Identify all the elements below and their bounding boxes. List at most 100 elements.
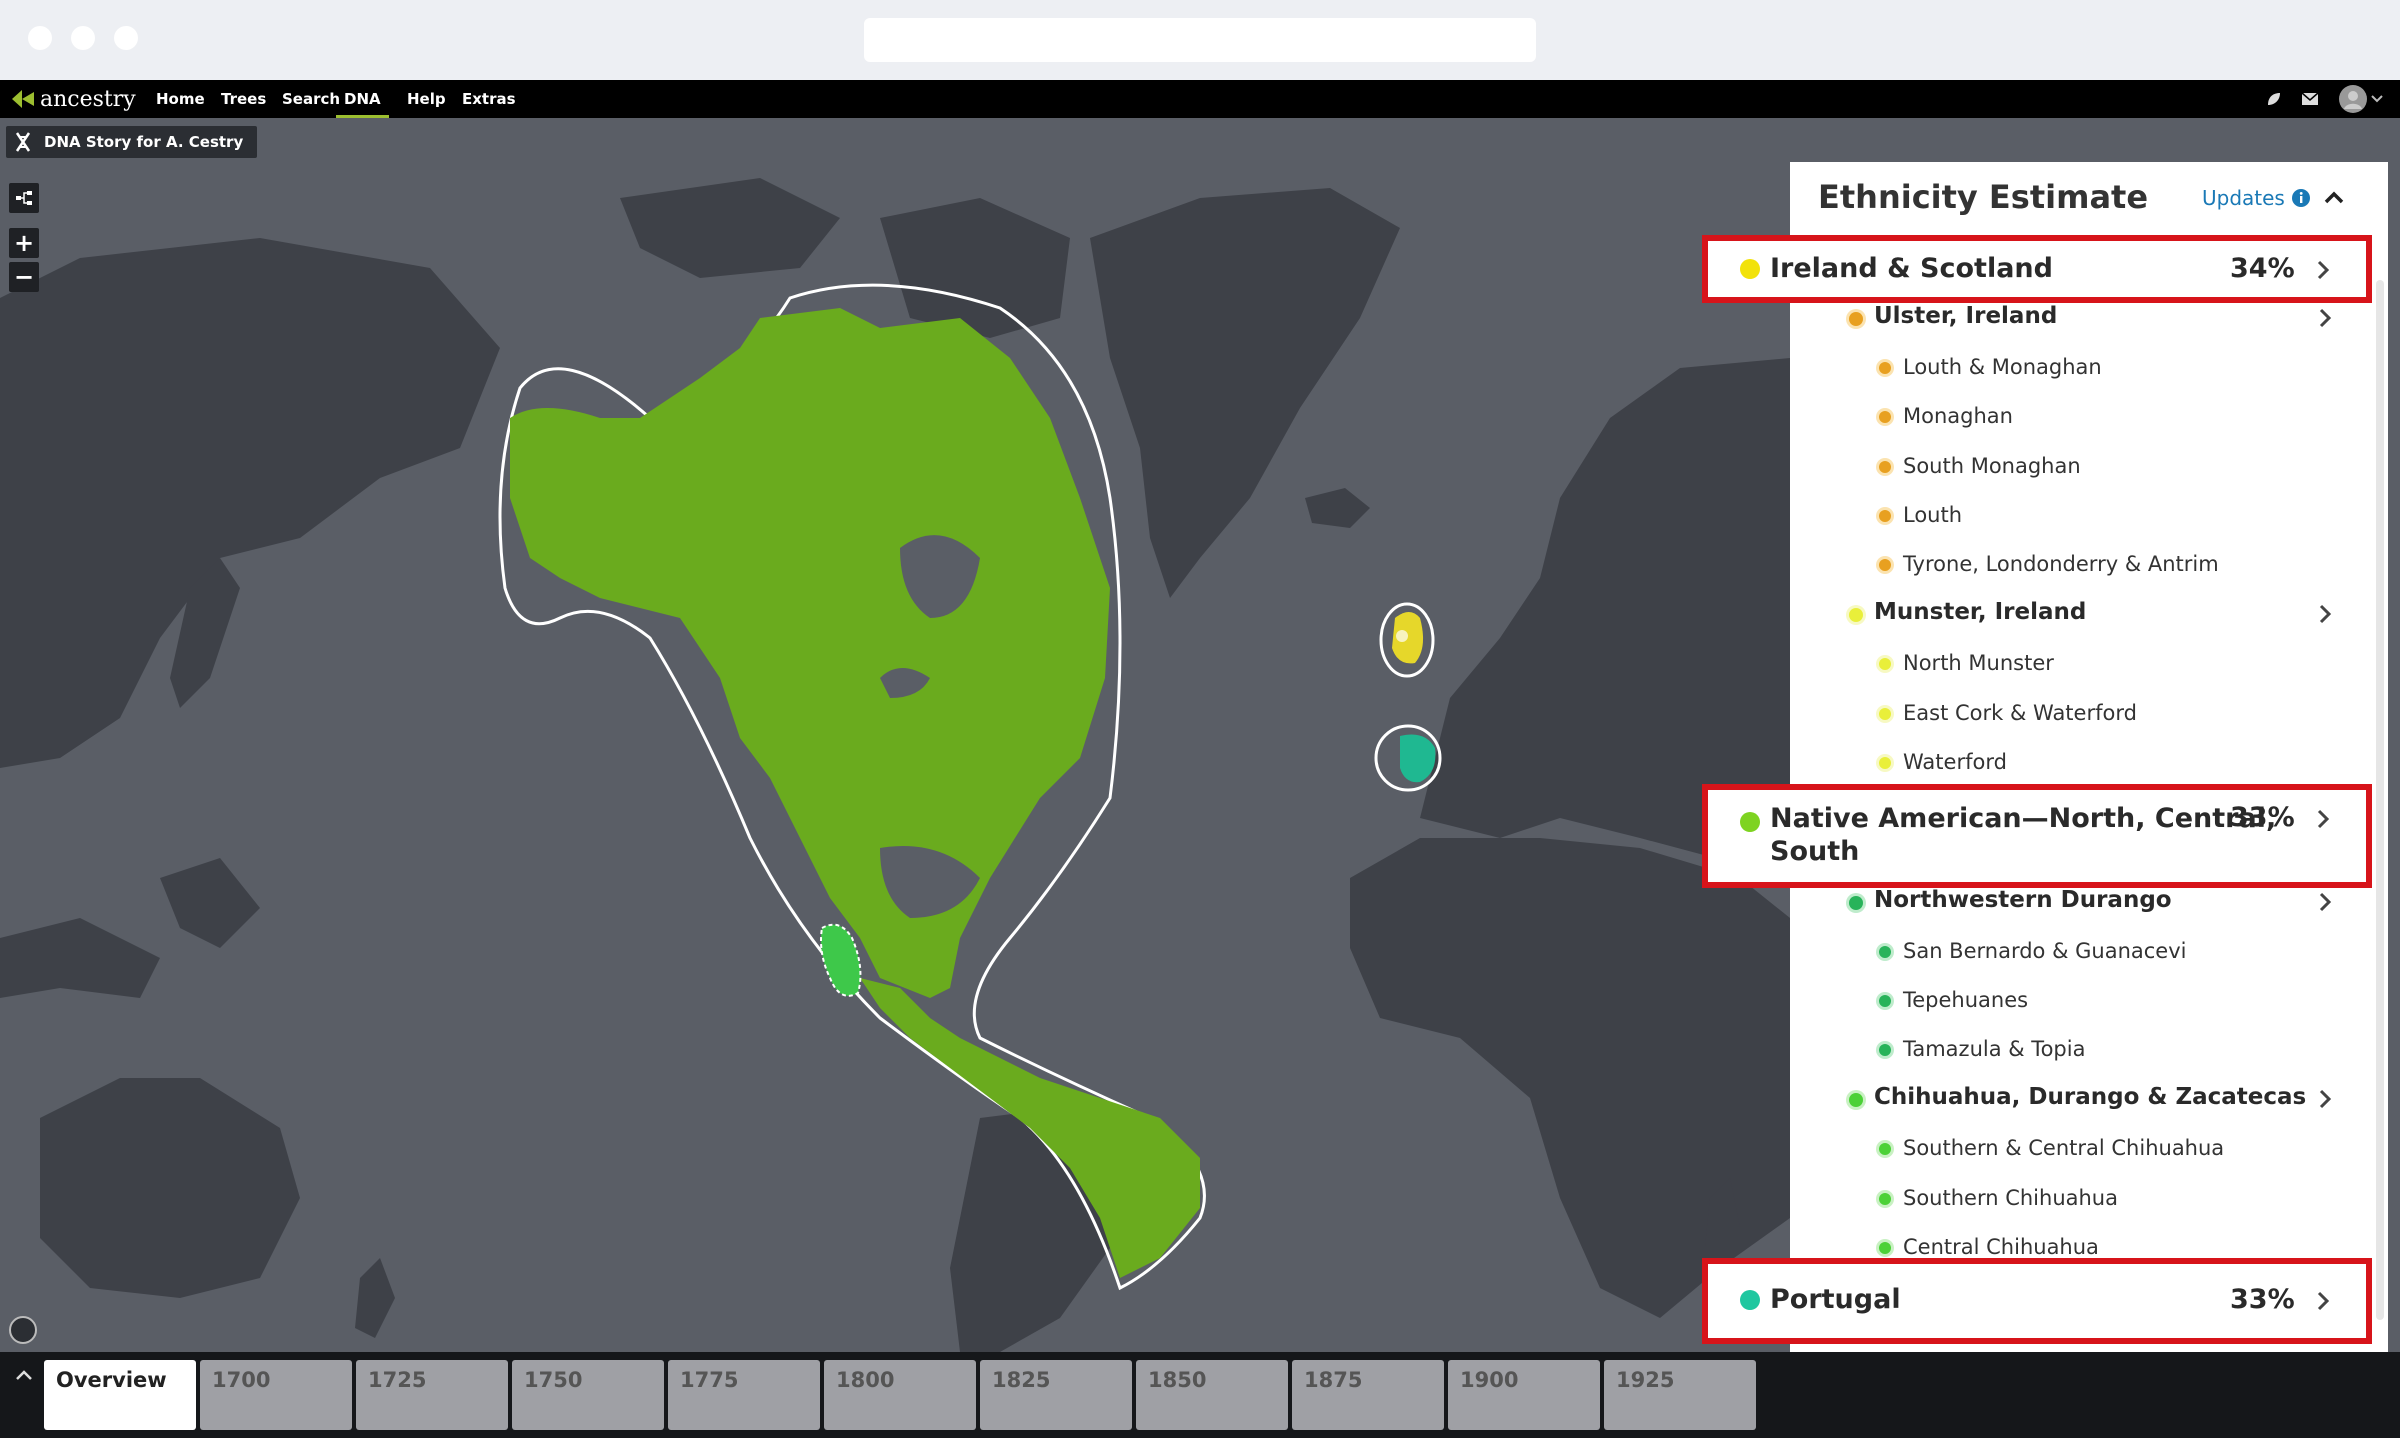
region-percent: 33%	[2230, 1284, 2295, 1315]
community-dot	[1879, 1044, 1891, 1056]
chevron-right-icon[interactable]	[2318, 307, 2332, 329]
updates-link[interactable]: Updates	[2202, 186, 2311, 210]
avatar[interactable]	[2336, 84, 2370, 114]
community-dot	[1879, 1242, 1891, 1254]
community-southern-central-chihuahua[interactable]: Southern & Central Chihuahua	[1903, 1136, 2224, 1160]
dna-helix-icon	[15, 132, 31, 152]
nav-search[interactable]: Search	[282, 80, 340, 118]
timeline-tab-1900[interactable]: 1900	[1448, 1360, 1600, 1430]
community-dot	[1879, 995, 1891, 1007]
community-dot	[1879, 461, 1891, 473]
top-navbar: ancestry Home Trees Search DNA Help Extr…	[0, 80, 2400, 118]
community-san-bernardo-guanacevi[interactable]: San Bernardo & Guanacevi	[1903, 939, 2186, 963]
timeline-tab-1850[interactable]: 1850	[1136, 1360, 1288, 1430]
community-dot	[1879, 946, 1891, 958]
timeline-tab-1925[interactable]: 1925	[1604, 1360, 1756, 1430]
chevron-right-icon[interactable]	[2318, 891, 2332, 913]
window-minimize-dot[interactable]	[71, 26, 95, 50]
chevron-right-icon	[2317, 1291, 2330, 1311]
panel-scrollbar[interactable]	[2376, 280, 2384, 1320]
community-dot	[1879, 708, 1891, 720]
subregion-chihuahua-durango-zacatecas[interactable]: Chihuahua, Durango & Zacatecas	[1874, 1084, 2306, 1110]
updates-label: Updates	[2202, 186, 2285, 210]
chevron-down-icon[interactable]	[2370, 87, 2384, 111]
community-dot	[1879, 757, 1891, 769]
chevron-right-icon[interactable]	[2318, 603, 2332, 625]
timeline-tab-overview[interactable]: Overview	[44, 1360, 196, 1430]
region-row-ireland-scotland[interactable]: Ireland & Scotland 34%	[1702, 235, 2372, 303]
mail-icon[interactable]	[2298, 87, 2322, 111]
durango-color-dot	[1849, 896, 1863, 910]
community-dot	[1879, 362, 1891, 374]
munster-color-dot	[1849, 608, 1863, 622]
dna-story-label: DNA Story for A. Cestry	[44, 133, 244, 151]
collapse-panel-icon[interactable]	[2322, 186, 2346, 210]
share-tree-icon	[16, 191, 32, 205]
region-color-dot	[1740, 1290, 1760, 1310]
dna-story-badge[interactable]: DNA Story for A. Cestry	[6, 126, 258, 158]
zoom-out-button[interactable]: −	[9, 262, 39, 292]
community-louth[interactable]: Louth	[1903, 503, 1962, 527]
chevron-up-icon[interactable]	[14, 1366, 34, 1386]
logo-text: ancestry	[40, 86, 136, 112]
window-maximize-dot[interactable]	[114, 26, 138, 50]
ireland-subregion-marker	[1396, 630, 1408, 642]
map-info-icon[interactable]	[9, 1316, 37, 1344]
panel-title: Ethnicity Estimate	[1818, 178, 2149, 216]
community-tamazula-topia[interactable]: Tamazula & Topia	[1903, 1037, 2085, 1061]
chevron-right-icon[interactable]	[2318, 1088, 2332, 1110]
region-name: Portugal	[1770, 1284, 1901, 1315]
region-name: Native American—North, Central, South	[1770, 802, 2276, 868]
community-central-chihuahua[interactable]: Central Chihuahua	[1903, 1235, 2099, 1259]
nav-extras[interactable]: Extras	[462, 80, 516, 118]
community-south-monaghan[interactable]: South Monaghan	[1903, 454, 2081, 478]
address-bar[interactable]	[864, 18, 1536, 62]
timeline-tab-1725[interactable]: 1725	[356, 1360, 508, 1430]
region-color-dot	[1740, 812, 1760, 832]
region-color-dot	[1740, 259, 1760, 279]
leaf-hint-icon[interactable]	[2262, 87, 2286, 111]
ancestry-logo[interactable]: ancestry	[10, 84, 136, 114]
community-dot	[1879, 658, 1891, 670]
portugal-region	[1400, 734, 1436, 783]
subregion-munster[interactable]: Munster, Ireland	[1874, 599, 2086, 625]
ethnicity-panel: Ethnicity Estimate Updates	[1790, 162, 2388, 1352]
nav-trees[interactable]: Trees	[221, 80, 266, 118]
community-southern-chihuahua[interactable]: Southern Chihuahua	[1903, 1186, 2118, 1210]
subregion-ulster[interactable]: Ulster, Ireland	[1874, 303, 2057, 329]
nav-home[interactable]: Home	[156, 80, 205, 118]
community-waterford[interactable]: Waterford	[1903, 750, 2007, 774]
community-dot	[1879, 559, 1891, 571]
timeline-tab-1750[interactable]: 1750	[512, 1360, 664, 1430]
subregion-northwestern-durango[interactable]: Northwestern Durango	[1874, 887, 2172, 913]
chihuahua-color-dot	[1849, 1093, 1863, 1107]
timeline-tab-1700[interactable]: 1700	[200, 1360, 352, 1430]
timeline-tab-1800[interactable]: 1800	[824, 1360, 976, 1430]
community-east-cork-waterford[interactable]: East Cork & Waterford	[1903, 701, 2137, 725]
community-tepehuanes[interactable]: Tepehuanes	[1903, 988, 2028, 1012]
community-monaghan[interactable]: Monaghan	[1903, 404, 2013, 428]
region-row-portugal[interactable]: Portugal 33%	[1702, 1258, 2372, 1344]
region-row-native-american[interactable]: Native American—North, Central, South 33…	[1702, 784, 2372, 888]
community-louth-monaghan[interactable]: Louth & Monaghan	[1903, 355, 2102, 379]
browser-chrome	[0, 0, 2400, 80]
region-percent: 33%	[2230, 802, 2295, 833]
zoom-in-button[interactable]: +	[9, 228, 39, 258]
timeline-bar: Overview 1700 1725 1750 1775 1800 1825 1…	[0, 1352, 2400, 1438]
nav-help[interactable]: Help	[407, 80, 446, 118]
community-north-munster[interactable]: North Munster	[1903, 651, 2054, 675]
window-close-dot[interactable]	[28, 26, 52, 50]
community-dot	[1879, 1143, 1891, 1155]
durango-subregion	[820, 923, 862, 997]
community-tyrone-londonderry-antrim[interactable]: Tyrone, Londonderry & Antrim	[1903, 552, 2219, 576]
ulster-color-dot	[1849, 312, 1863, 326]
timeline-tab-1875[interactable]: 1875	[1292, 1360, 1444, 1430]
timeline-tab-1775[interactable]: 1775	[668, 1360, 820, 1430]
tree-view-button[interactable]	[9, 183, 39, 213]
chevron-right-icon	[2317, 809, 2330, 829]
info-icon	[2291, 189, 2310, 207]
nav-dna[interactable]: DNA	[336, 80, 389, 118]
timeline-tab-1825[interactable]: 1825	[980, 1360, 1132, 1430]
region-name-line-1: Native American—North, Central,	[1770, 803, 2277, 834]
region-name-line-2: South	[1770, 836, 1860, 867]
